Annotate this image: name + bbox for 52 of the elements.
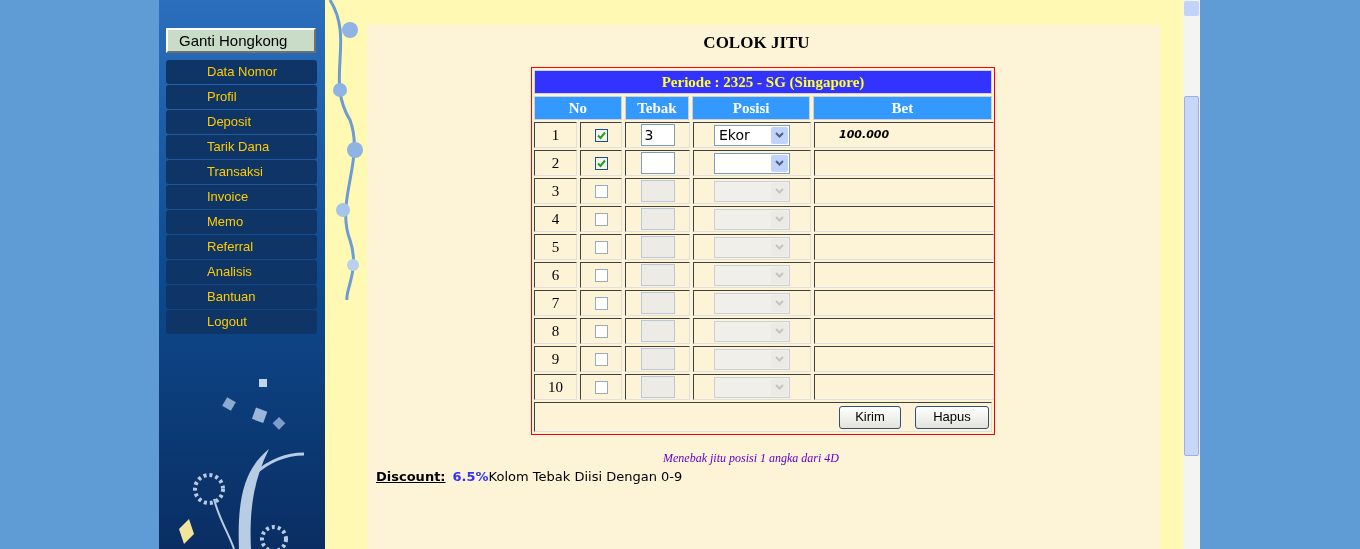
row-number: 8 bbox=[534, 318, 577, 344]
caret-icon bbox=[775, 132, 784, 138]
switch-button[interactable]: Ganti Hongkong bbox=[166, 28, 316, 53]
form-button[interactable]: Kirim bbox=[839, 405, 901, 429]
sidebar-item[interactable]: Referral bbox=[166, 235, 317, 259]
column-header: Posisi bbox=[692, 96, 810, 120]
column-header: Tebak bbox=[624, 96, 690, 120]
sidebar-item[interactable]: Transaksi bbox=[166, 160, 317, 184]
period-header: Periode : 2325 - SG (Singapore) bbox=[534, 70, 992, 94]
sidebar-item[interactable]: Tarik Dana bbox=[166, 135, 317, 159]
row-number: 5 bbox=[534, 234, 577, 260]
row-number: 1 bbox=[534, 122, 577, 148]
scrollbar[interactable] bbox=[1183, 0, 1200, 549]
row-number: 10 bbox=[534, 374, 577, 400]
sidebar-item[interactable]: Logout bbox=[166, 310, 317, 334]
row-number: 2 bbox=[534, 150, 577, 176]
sidebar-item[interactable]: Bantuan bbox=[166, 285, 317, 309]
discount-value: 6.5% bbox=[452, 468, 489, 486]
note-text: Menebak jitu posisi 1 angka dari 4D bbox=[663, 450, 840, 467]
position-select[interactable]: Ekor bbox=[714, 124, 790, 146]
sidebar-item[interactable]: Profil bbox=[166, 85, 317, 109]
sidebar-item[interactable]: Data Nomor bbox=[166, 60, 317, 84]
caret-icon bbox=[775, 160, 784, 166]
checkbox[interactable] bbox=[594, 156, 608, 170]
caret-icon bbox=[775, 328, 784, 334]
caret-icon bbox=[775, 188, 784, 194]
checkbox[interactable] bbox=[594, 128, 608, 142]
column-header: Bet bbox=[812, 96, 992, 120]
position-select[interactable] bbox=[714, 152, 790, 174]
guess-field[interactable] bbox=[640, 152, 675, 174]
column-header: No bbox=[534, 96, 622, 120]
bet-amount: 100.000 bbox=[839, 126, 890, 143]
form-title: COLOK JITU bbox=[703, 32, 810, 53]
sidebar-item[interactable]: Invoice bbox=[166, 185, 317, 209]
hint-text: Kolom Tebak Diisi Dengan 0-9 bbox=[488, 468, 683, 486]
row-number: 6 bbox=[534, 262, 577, 288]
sidebar-item[interactable]: Analisis bbox=[166, 260, 317, 284]
sidebar-item[interactable]: Deposit bbox=[166, 110, 317, 134]
caret-icon bbox=[775, 216, 784, 222]
caret-icon bbox=[775, 300, 784, 306]
row-number: 7 bbox=[534, 290, 577, 316]
row-number: 9 bbox=[534, 346, 577, 372]
caret-icon bbox=[775, 384, 784, 390]
caret-icon bbox=[775, 356, 784, 362]
caret-icon bbox=[775, 272, 784, 278]
row-number: 4 bbox=[534, 206, 577, 232]
guess-field[interactable]: 3 bbox=[640, 124, 675, 146]
sidebar-item[interactable]: Memo bbox=[166, 210, 317, 234]
discount-label: Discount: bbox=[376, 468, 446, 486]
caret-icon bbox=[775, 244, 784, 250]
row-number: 3 bbox=[534, 178, 577, 204]
form-button[interactable]: Hapus bbox=[915, 405, 989, 429]
